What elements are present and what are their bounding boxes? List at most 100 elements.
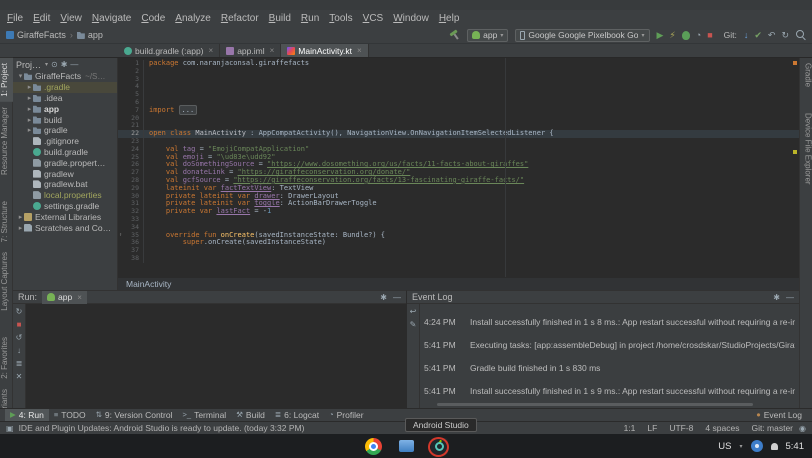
tree-item-gradlew[interactable]: gradlew [13,168,117,179]
search-everywhere-icon[interactable] [796,30,806,40]
status-badge-icon[interactable] [751,440,763,452]
tree-item-local-properties[interactable]: local.properties [13,190,117,201]
profile-button[interactable]: ◔ [696,31,701,40]
run-tool-icon[interactable]: ▶ [10,411,16,419]
tree-item-scratches-and-co[interactable]: ▸Scratches and Co… [13,222,117,233]
status-1-1[interactable]: 1:1 [624,423,636,433]
menu-edit[interactable]: Edit [28,13,55,24]
status-git-master[interactable]: Git: master [751,423,793,433]
tree-item-gradlew-bat[interactable]: gradlew.bat [13,179,117,190]
git-revert-button[interactable]: ↶ [768,31,776,40]
git-commit-button[interactable]: ✔ [754,31,762,40]
menu-analyze[interactable]: Analyze [170,13,216,24]
locate-file-icon[interactable]: ⊙ [51,60,58,69]
minimize-icon[interactable]: — [393,293,401,302]
notifications-icon[interactable]: ◉ [799,424,806,433]
tree-item-gradle[interactable]: ▸gradle [13,125,117,136]
toolwindow-6-logcat[interactable]: ≣6: Logcat [270,409,324,422]
tool-stripe-2-favorites[interactable]: 2: Favorites [0,332,13,384]
run-console[interactable] [26,304,406,408]
build-hammer-icon[interactable] [448,28,462,42]
breadcrumb-item[interactable]: MainActivity [126,279,171,289]
keyboard-layout-label[interactable]: US [718,441,731,452]
stop-icon[interactable]: ■ [17,321,22,329]
run-tab-app[interactable]: app × [42,291,87,304]
stop-button[interactable]: ■ [707,31,712,40]
git-history-button[interactable]: ↻ [781,31,789,40]
apply-changes-button[interactable]: ⚡ [669,31,675,40]
status-lf[interactable]: LF [647,423,657,433]
close-tab-icon[interactable]: × [270,46,275,55]
tree-item-external-libraries[interactable]: ▸External Libraries [13,211,117,222]
vcs-icon[interactable]: ⇅ [96,411,102,419]
git-update-button[interactable]: ↓ [744,31,749,40]
toolwindow-4-run[interactable]: ▶4: Run [5,409,49,422]
tree-item-gradle[interactable]: ▸.gradle [13,82,117,93]
tree-item-giraffefacts[interactable]: ▾GiraffeFacts~/S… [13,71,117,82]
tree-item-idea[interactable]: ▸.idea [13,93,117,104]
profiler-icon[interactable]: ◔ [329,411,334,419]
tool-stripe-resource-manager[interactable]: Resource Manager [0,102,13,180]
toolwindow-toggle-icon[interactable]: ▣ [6,424,14,433]
menu-code[interactable]: Code [136,13,170,24]
todo-icon[interactable]: ≡ [54,411,58,419]
settings-icon[interactable]: ✱ [61,60,68,69]
code-editor[interactable]: 1package com.naranjaconsal.giraffefacts2… [118,58,799,290]
bell-icon[interactable] [771,443,778,450]
toolwindow-event-log[interactable]: ●Event Log [751,409,807,422]
settings-icon[interactable]: ✱ [773,293,780,302]
menu-refactor[interactable]: Refactor [216,13,264,24]
tool-stripe-device-file-explorer[interactable]: Device File Explorer [800,108,812,190]
menu-file[interactable]: File [2,13,28,24]
run-button[interactable]: ▶ [657,31,664,40]
menu-run[interactable]: Run [296,13,324,24]
menu-window[interactable]: Window [388,13,434,24]
menu-help[interactable]: Help [434,13,465,24]
toolwindow-todo[interactable]: ≡TODO [49,409,91,422]
menu-tools[interactable]: Tools [324,13,357,24]
horizontal-scrollbar[interactable] [437,403,753,406]
status-utf-8[interactable]: UTF-8 [669,423,693,433]
build-tool-icon[interactable]: ⚒ [236,411,243,419]
soft-wrap-icon[interactable]: ↩ [410,308,417,316]
minimize-icon[interactable]: — [786,293,794,302]
tab-build-gradle-app[interactable]: build.gradle (:app)× [118,44,220,57]
breadcrumb-giraffefacts[interactable]: GiraffeFacts [6,30,66,40]
close-icon[interactable]: × [77,293,82,302]
toolwindow-terminal[interactable]: >_Terminal [178,409,232,422]
restart-activity-icon[interactable]: ↺ [16,334,23,342]
rerun-icon[interactable]: ↻ [16,308,23,316]
toolwindow-profiler[interactable]: ◔Profiler [324,409,368,422]
taskbar-files-icon[interactable] [397,437,415,455]
close-tab-icon[interactable]: × [357,46,362,55]
tree-item-app[interactable]: ▸app [13,103,117,114]
toolwindow-build[interactable]: ⚒Build [231,409,270,422]
status-message[interactable]: IDE and Plugin Updates: Android Studio i… [19,423,305,433]
scroll-to-end-icon[interactable]: ↓ [17,347,21,355]
breadcrumb-app[interactable]: app [77,30,103,40]
menu-navigate[interactable]: Navigate [87,13,136,24]
settings-wrench-icon[interactable]: ✎ [410,321,417,329]
close-tab-icon[interactable]: × [209,46,214,55]
tool-stripe-layout-captures[interactable]: Layout Captures [0,247,13,316]
tool-stripe-7-structure[interactable]: 7: Structure [0,196,13,247]
menu-vcs[interactable]: VCS [358,13,389,24]
event-log-icon[interactable]: ● [756,411,761,419]
terminal-icon[interactable]: >_ [183,411,192,419]
clear-icon[interactable]: ✕ [16,373,23,381]
tab-app-iml[interactable]: app.iml× [220,44,281,57]
menu-view[interactable]: View [55,13,87,24]
debug-button[interactable] [682,31,690,40]
tree-item-gradle-propert[interactable]: gradle.propert… [13,157,117,168]
tree-item-build[interactable]: ▸build [13,114,117,125]
override-icon[interactable]: ↑ [119,233,122,238]
device-dropdown[interactable]: Google Google Pixelbook Go ▾ [515,29,649,42]
taskbar-chrome-icon[interactable] [364,437,382,455]
print-icon[interactable]: ≣ [16,360,23,368]
hide-panel-icon[interactable]: — [70,60,78,69]
tool-stripe-1-project[interactable]: 1: Project [0,58,13,102]
run-config-dropdown[interactable]: app ▾ [467,29,508,42]
settings-icon[interactable]: ✱ [380,293,387,302]
tree-item-settings-gradle[interactable]: settings.gradle [13,201,117,212]
tab-mainactivity-kt[interactable]: MainActivity.kt× [281,44,368,57]
